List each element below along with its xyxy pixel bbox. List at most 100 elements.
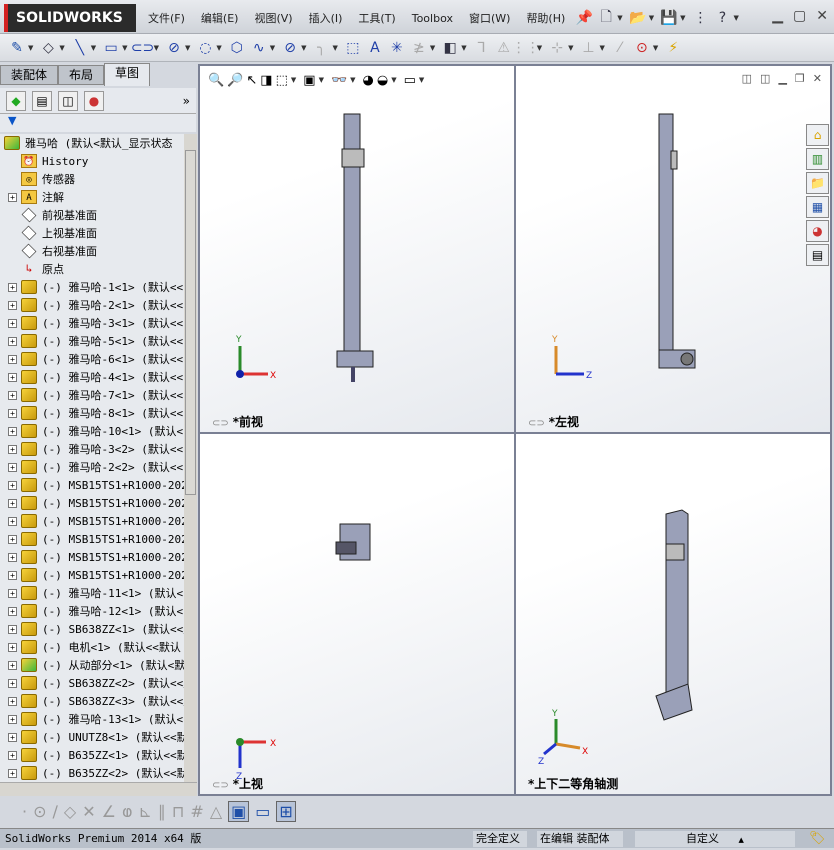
tree-item[interactable]: + (-) 雅马哈-2<2> (默认<< [0,458,184,476]
viewport-dimetric[interactable]: Y X Z *上下二等角轴测 [514,432,832,796]
expand-icon[interactable]: + [8,606,17,616]
tree-horizontal-scrollbar[interactable] [0,782,197,796]
tree-item[interactable]: + (-) 雅马哈-8<1> (默认<< [0,404,184,422]
tree-item[interactable]: + (-) 雅马哈-3<2> (默认<< [0,440,184,458]
linear-pattern-icon[interactable]: ⋮⋮ [512,37,540,59]
menu-help[interactable]: 帮助(H) [518,10,573,26]
tree-root[interactable]: 雅马哈 (默认<默认_显示状态 [0,134,184,152]
slot-icon[interactable]: ⊂⊃ [131,37,154,59]
open-icon[interactable]: 📂 [627,7,649,29]
tree-item[interactable]: + (-) 雅马哈-2<1> (默认<< [0,296,184,314]
circle-icon[interactable]: ⊘ [163,37,185,59]
configuration-manager-icon[interactable]: ◫ [58,90,78,111]
expand-icon[interactable]: + [8,426,17,436]
menu-window[interactable]: 窗口(W) [461,10,518,26]
quadrant-icon[interactable]: ◇ [64,802,76,821]
ellipse-icon[interactable]: ⊘ [279,37,301,59]
tree-item[interactable]: + (-) 电机<1> (默认<<默认 [0,638,184,656]
tree-item[interactable]: + (-) B635ZZ<2> (默认<<默 [0,764,184,782]
menu-insert[interactable]: 插入(I) [301,10,351,26]
expand-icon[interactable]: + [8,336,17,346]
relations-icon[interactable]: ⊥ [577,37,599,59]
solidworks-logo[interactable]: SOLIDWORKS [4,4,136,32]
tree-item[interactable]: + (-) 雅马哈-6<1> (默认<< [0,350,184,368]
link-views-icon[interactable]: ⊂⊃ [212,780,229,791]
plane-icon[interactable]: ⬚ [342,37,364,59]
tree-item[interactable]: + (-) 雅马哈-1<1> (默认<< [0,278,184,296]
viewport-front[interactable]: 🔍 🔎 ↖ ◨ ⬚ ▼ ▣ ▼ 👓 ▼ ◕ ◒ ▼ ▭ ▼ Y X ⊂⊃ *前视 [198,64,516,434]
convert-entities-icon[interactable]: ◧ [439,37,461,59]
tree-item[interactable]: + (-) 雅马哈-10<1> (默认< [0,422,184,440]
minimize-icon[interactable]: ▁ [772,8,783,24]
property-manager-icon[interactable]: ▤ [32,90,52,111]
tree-item[interactable]: 上视基准面 [0,224,184,242]
menu-toolbox[interactable]: Toolbox [404,12,461,25]
rectangle-icon[interactable]: ▭ [100,37,122,59]
expand-icon[interactable]: + [8,696,17,706]
new-document-icon[interactable]: 🗋 [595,7,617,29]
expand-icon[interactable]: + [8,390,17,400]
expand-icon[interactable]: + [8,552,17,562]
tab-sketch[interactable]: 草图 [104,63,151,86]
appearances-icon[interactable]: ◕ [806,220,829,242]
expand-icon[interactable]: + [8,300,17,310]
parallel-icon[interactable]: ∥ [158,802,166,821]
perpendicular-icon[interactable]: ⊾ [139,802,152,821]
tag-icon[interactable]: 🏷 [806,831,829,847]
expand-icon[interactable]: + [8,660,17,670]
scrollbar-thumb[interactable] [185,150,196,495]
expand-icon[interactable]: + [8,318,17,328]
link-views-icon[interactable]: ⊂⊃ [528,418,545,429]
expand-icon[interactable]: + [8,642,17,652]
tree-item[interactable]: + (-) SB638ZZ<2> (默认<<默 [0,674,184,692]
tree-item[interactable]: 右视基准面 [0,242,184,260]
tree-item[interactable]: + (-) SB638ZZ<1> (默认<<默 [0,620,184,638]
expand-icon[interactable]: + [8,570,17,580]
help-icon[interactable]: ? [711,7,733,29]
expand-icon[interactable]: + [8,678,17,688]
tab-assembly[interactable]: 装配体 [0,65,59,85]
nearest-icon[interactable]: ∠ [102,802,116,821]
grid-icon[interactable]: # [190,802,203,821]
tree-item[interactable]: ⏰ History [0,152,184,170]
expand-icon[interactable]: + [8,282,17,292]
tree-item[interactable]: ↳ 原点 [0,260,184,278]
expand-icon[interactable]: + [8,768,17,778]
expand-icon[interactable]: + [8,732,17,742]
tree-item[interactable]: + (-) 从动部分<1> (默认<默 [0,656,184,674]
tree-item[interactable]: + (-) MSB15TS1+R1000-2020 [0,548,184,566]
tree-item[interactable]: + (-) MSB15TS1+R1000-2020 [0,512,184,530]
view-palette-icon[interactable]: ▦ [806,196,829,218]
tree-item[interactable]: + (-) 雅马哈-11<1> (默认< [0,584,184,602]
solidworks-resources-icon[interactable]: ⌂ [806,124,829,146]
single-view-icon[interactable]: ▣ [228,800,250,822]
arc-icon[interactable]: ◌ [194,37,216,59]
trim-icon[interactable]: ≱ [408,37,430,59]
menu-tools[interactable]: 工具(T) [350,10,403,26]
link-views-icon[interactable]: ⊂⊃ [212,418,229,429]
feature-tree-icon[interactable]: ◆ [6,90,26,111]
tree-item[interactable]: + (-) UNUTZ8<1> (默认<<默 [0,728,184,746]
tree-item[interactable]: + (-) 雅马哈-3<1> (默认<< [0,314,184,332]
tree-item[interactable]: + (-) MSB15TS1+R1000-2020 [0,566,184,584]
expand-icon[interactable]: + [8,462,17,472]
line-icon[interactable]: ╲ [69,37,91,59]
file-explorer-icon[interactable]: 📁 [806,172,829,194]
expand-icon[interactable]: + [8,354,17,364]
fillet-icon[interactable]: ╮ [311,37,333,59]
filter-icon[interactable]: ▼ [0,114,196,132]
repair-icon[interactable]: ⁄ [609,37,631,59]
expand-icon[interactable]: + [8,516,17,526]
text-icon[interactable]: A [364,37,386,59]
tree-item[interactable]: ◎ 传感器 [0,170,184,188]
smart-dimension-icon[interactable]: ◇ [37,37,59,59]
tree-item[interactable]: + (-) 雅马哈-13<1> (默认< [0,710,184,728]
expand-icon[interactable]: + [8,624,17,634]
midpoint-icon[interactable]: ∕ [53,802,58,821]
custom-properties-icon[interactable]: ▤ [806,244,829,266]
tree-item[interactable]: + (-) 雅马哈-4<1> (默认<< [0,368,184,386]
restore-icon[interactable]: ▢ [793,8,806,24]
tree-item[interactable]: + (-) B635ZZ<1> (默认<<默 [0,746,184,764]
units-selector[interactable]: 自定义 ▲ [635,831,795,847]
tree-item[interactable]: + (-) MSB15TS1+R1000-2020 [0,494,184,512]
